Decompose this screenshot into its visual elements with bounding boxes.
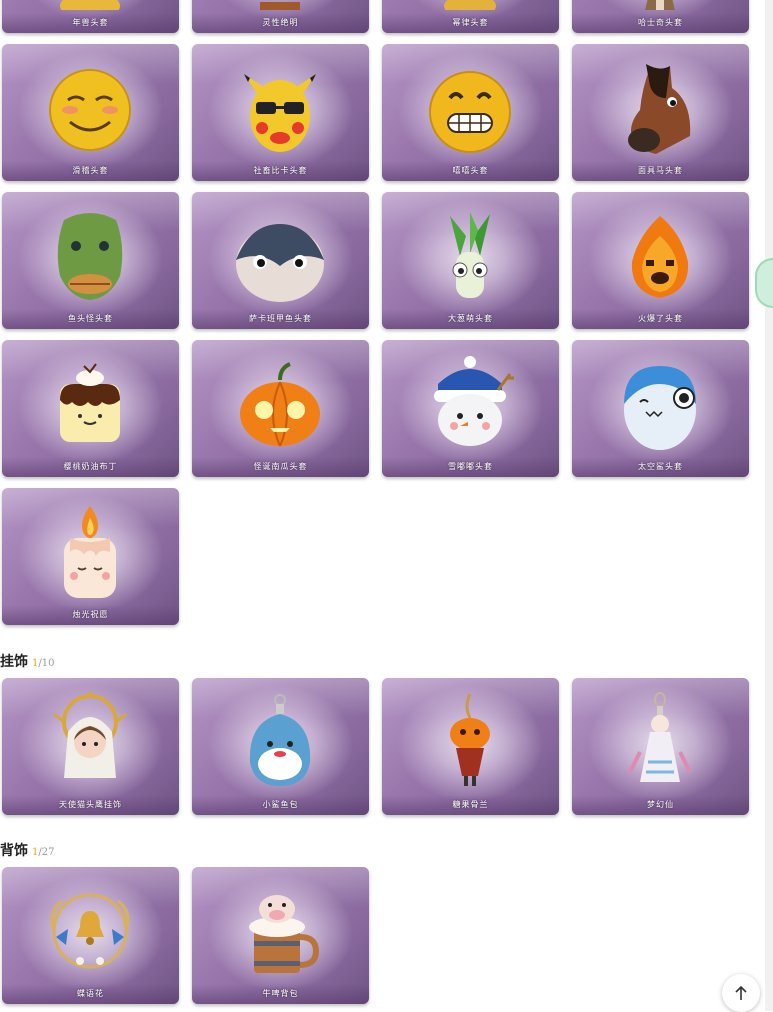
item-card[interactable]: 滑稽头套 xyxy=(2,44,179,181)
item-card[interactable]: 火爆了头套 xyxy=(572,192,749,329)
pumpkin-pendant-icon xyxy=(450,693,490,786)
item-card[interactable]: 面具马头套 xyxy=(572,44,749,181)
item-label: 小鲨鱼包 xyxy=(262,800,299,809)
pumpkin-icon xyxy=(240,362,320,447)
item-card[interactable]: 小鲨鱼包 xyxy=(192,678,369,815)
item-label: 蝶语花 xyxy=(77,989,104,998)
item-card[interactable]: 雪嘟嘟头套 xyxy=(382,340,559,477)
item-card[interactable]: 怪诞南瓜头套 xyxy=(192,340,369,477)
item-label: 天使猫头鹰挂饰 xyxy=(59,800,122,809)
head-art-icon xyxy=(60,0,120,10)
item-label: 灵性绝明 xyxy=(262,18,299,27)
pudding-icon xyxy=(60,363,120,442)
head-art-icon xyxy=(645,0,675,10)
item-card[interactable]: 梦幻仙 xyxy=(572,678,749,815)
item-card[interactable]: 哈士奇头套 xyxy=(572,0,749,33)
section-title-backs: 背饰 1/27 xyxy=(0,840,54,860)
item-label: 面具马头套 xyxy=(638,166,683,175)
item-card[interactable]: 鱼头怪头套 xyxy=(2,192,179,329)
item-card[interactable]: 蝶语花 xyxy=(2,867,179,1004)
item-label: 梦幻仙 xyxy=(647,800,674,809)
item-card[interactable]: 糖果骨兰 xyxy=(382,678,559,815)
item-card[interactable]: 灵性绝明 xyxy=(192,0,369,33)
fireball-icon xyxy=(631,216,689,298)
item-card[interactable]: 烛光祝愿 xyxy=(2,488,179,625)
item-label: 烛光祝愿 xyxy=(72,610,109,619)
item-card[interactable]: 幂律头套 xyxy=(382,0,559,33)
side-float-tab[interactable] xyxy=(755,258,773,308)
item-label: 太空鲨头套 xyxy=(638,462,683,471)
head-art-icon xyxy=(260,2,300,10)
collection-count: 1/10 xyxy=(32,658,54,669)
item-label: 鱼头怪头套 xyxy=(68,314,113,323)
item-label: 怪诞南瓜头套 xyxy=(253,462,308,471)
total-count: /10 xyxy=(38,658,55,669)
head-art-icon xyxy=(444,0,496,10)
item-label: 滑稽头套 xyxy=(72,166,109,175)
item-label: 樱桃奶油布丁 xyxy=(63,462,118,471)
yellow-mouse-sunglasses-icon xyxy=(244,74,316,152)
arrow-up-icon xyxy=(735,985,747,1000)
candle-icon xyxy=(64,506,116,598)
item-label: 雪嘟嘟头套 xyxy=(448,462,493,471)
fairy-pendant-icon xyxy=(628,692,692,782)
item-label: 糖果骨兰 xyxy=(452,800,489,809)
grin-face-icon xyxy=(429,71,511,153)
cow-mug-icon xyxy=(249,895,320,973)
scallion-icon xyxy=(450,212,490,298)
smiley-face-icon xyxy=(49,69,131,151)
section-title-text: 背饰 xyxy=(0,843,28,859)
item-card[interactable]: 嘻嘻头套 xyxy=(382,44,559,181)
item-label: 年兽头套 xyxy=(72,18,109,27)
item-card[interactable]: 年兽头套 xyxy=(2,0,179,33)
collection-count: 1/27 xyxy=(32,847,54,858)
section-title-pendants: 挂饰 1/10 xyxy=(0,651,54,671)
item-card[interactable]: 樱桃奶油布丁 xyxy=(2,340,179,477)
snowman-icon xyxy=(434,356,514,446)
item-label: 牛啤背包 xyxy=(262,989,299,998)
item-label: 哈士奇头套 xyxy=(638,18,683,27)
item-card[interactable]: 社畜比卡头套 xyxy=(192,44,369,181)
item-card[interactable]: 太空鲨头套 xyxy=(572,340,749,477)
item-label: 社畜比卡头套 xyxy=(253,166,308,175)
page-scrollbar[interactable] xyxy=(765,0,773,1011)
item-label: 幂律头套 xyxy=(452,18,489,27)
total-count: /27 xyxy=(38,847,55,858)
horse-head-icon xyxy=(628,64,691,154)
section-title-text: 挂饰 xyxy=(0,654,28,670)
item-label: 萨卡班甲鱼头套 xyxy=(249,314,312,323)
item-label: 嘻嘻头套 xyxy=(452,166,489,175)
angel-doll-icon xyxy=(53,692,127,778)
shark-icon xyxy=(624,366,696,450)
back-to-top-button[interactable] xyxy=(722,974,760,1012)
fish-head-icon xyxy=(57,213,123,300)
item-card[interactable]: 天使猫头鹰挂饰 xyxy=(2,678,179,815)
round-fish-icon xyxy=(236,224,324,302)
item-card[interactable]: 萨卡班甲鱼头套 xyxy=(192,192,369,329)
bell-wreath-icon xyxy=(50,893,130,969)
shark-bag-icon xyxy=(249,694,311,786)
item-label: 大葱萌头套 xyxy=(448,314,493,323)
item-card[interactable]: 牛啤背包 xyxy=(192,867,369,1004)
item-label: 火爆了头套 xyxy=(638,314,683,323)
item-card[interactable]: 大葱萌头套 xyxy=(382,192,559,329)
